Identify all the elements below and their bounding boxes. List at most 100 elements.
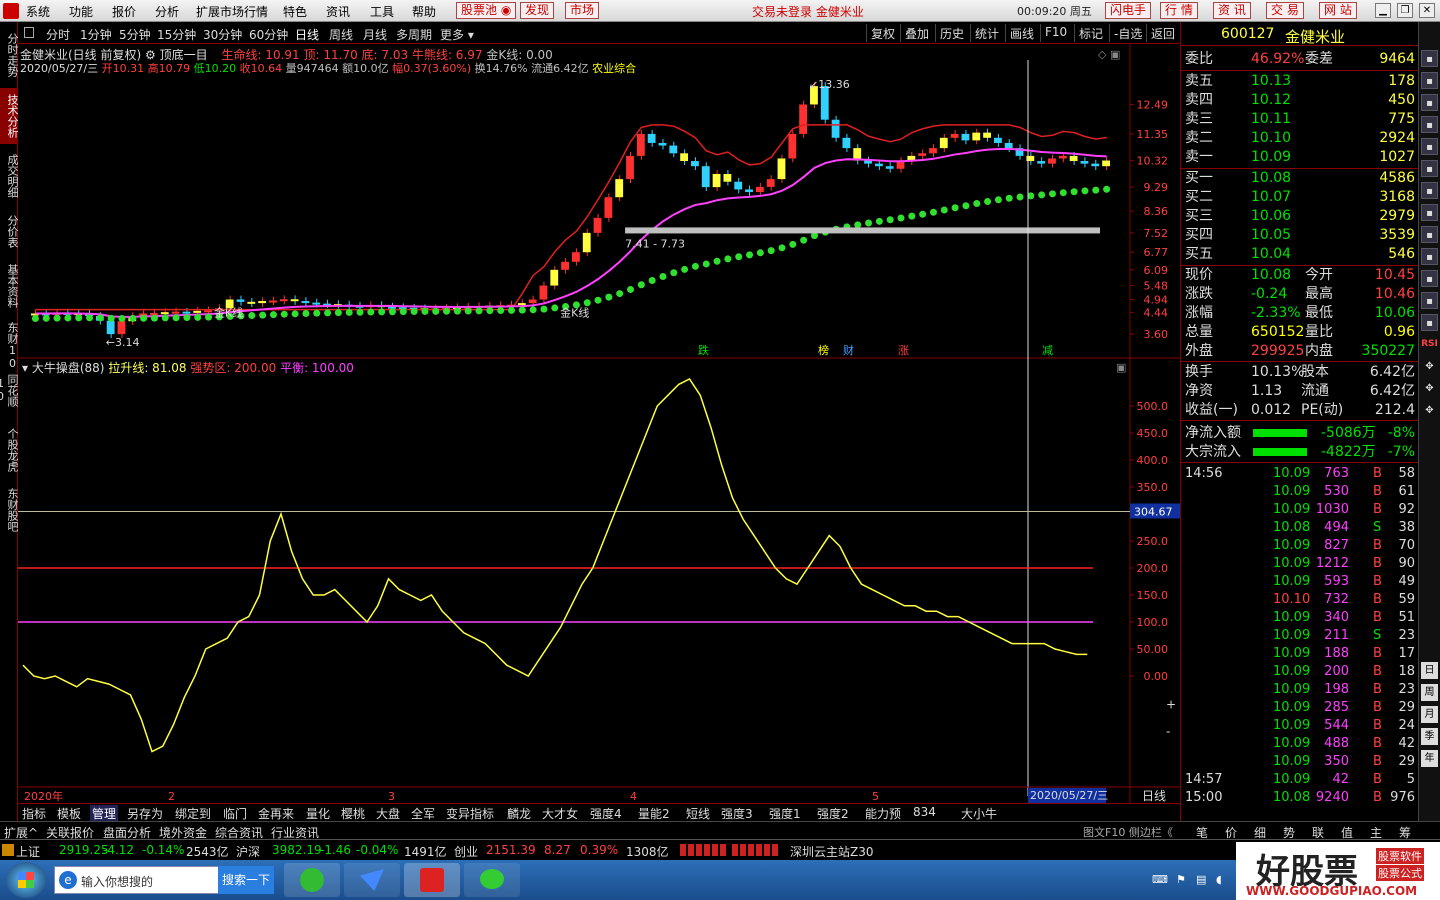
toolbar-adjust[interactable]: 复权 [866,24,899,42]
settings-icon[interactable]: ▪ [1421,292,1438,309]
panel-toggle-icon[interactable] [24,27,34,38]
indicator-tab[interactable]: 大盘 [374,805,402,822]
indicator-tab[interactable]: 大才女 [540,805,580,822]
tab-tonghuashun10[interactable]: 同花顺10 [0,362,19,418]
toolbar-stats[interactable]: 统计 [970,24,1003,42]
chart-icon[interactable]: ▪ [1421,94,1438,111]
menu-function[interactable]: 功能 [69,3,93,20]
chart-area[interactable]: 12.4911.3510.329.298.367.526.776.095.484… [18,44,1180,804]
indicator-tab[interactable]: 量能2 [636,805,672,822]
indicator-tab[interactable]: 绑定到 [173,805,213,822]
square-icon[interactable]: ▣ [1116,361,1126,374]
close-icon[interactable]: ✕ [1419,3,1435,18]
indicator-tab[interactable]: 金再来 [256,805,296,822]
taskbar-app-stock-icon[interactable] [404,863,460,897]
period-60min[interactable]: 60分钟 [249,26,288,43]
indicator-tab[interactable]: 强度2 [815,805,851,822]
bell-icon[interactable]: ▪ [1421,204,1438,221]
quick-website-button[interactable]: 网 站 [1319,2,1357,19]
indicator-tab[interactable]: 大小牛 [959,805,999,822]
indicator-tab[interactable]: 量化 [304,805,332,822]
quick-quote-button[interactable]: 行 情 [1160,2,1198,19]
fund-icon[interactable]: ▪ [1421,270,1438,287]
news-icon[interactable]: ▪ [1421,160,1438,177]
quick-flash-button[interactable]: 闪电手 [1105,2,1152,19]
menu-news[interactable]: 资讯 [326,3,350,20]
diamond-icon[interactable]: ✥ [1421,402,1438,419]
indicator-tab[interactable]: 指标 [20,805,48,822]
indicator-tab[interactable]: 樱桃 [339,805,367,822]
cycle-icon[interactable]: 日 [1421,662,1438,679]
indicator-tab[interactable]: 短线 [684,805,712,822]
discover-button[interactable]: 发现 [520,2,555,19]
rsi-icon[interactable]: RSI [1421,336,1438,353]
list-icon[interactable]: ▪ [1421,50,1438,67]
menu-extended-market[interactable]: 扩展市场行情 [196,3,268,20]
compare-icon[interactable]: ▪ [1421,116,1438,133]
market-button[interactable]: 市场 [565,2,600,19]
indicator-tab[interactable]: 另存为 [125,805,165,822]
toolbar-history[interactable]: 历史 [935,24,968,42]
indicator-tab[interactable]: 模板 [55,805,83,822]
indicator-tab[interactable]: 强度3 [719,805,755,822]
quick-news-button[interactable]: 资 讯 [1213,2,1251,19]
period-monthly[interactable]: 月线 [363,26,387,43]
clock-icon[interactable]: ▪ [1421,138,1438,155]
indicator-tab[interactable]: 麟龙 [505,805,533,822]
taskbar-app-bird-icon[interactable] [344,863,400,897]
f10-sidebar-toggle[interactable]: 图文F10 侧边栏《 [1083,824,1173,840]
period-30min[interactable]: 30分钟 [203,26,242,43]
toolbar-overlay[interactable]: 叠加 [900,24,933,42]
menu-features[interactable]: 特色 [283,3,307,20]
tab-fundamentals[interactable]: 基本资料 [0,258,19,314]
toolbar-watchlist[interactable]: -自选 [1109,24,1146,42]
tray-network-icon[interactable]: ▤ [1196,873,1206,886]
tray-volume-icon[interactable]: ◖ [1216,873,1222,886]
taskbar-app-360-icon[interactable] [284,863,340,897]
toolbar-f10[interactable]: F10 [1040,24,1071,42]
menu-tools[interactable]: 工具 [370,3,394,20]
indicator-tab[interactable]: 强度1 [767,805,803,822]
note-icon[interactable]: ▪ [1421,248,1438,265]
move-icon[interactable]: ✥ [1421,358,1438,375]
tab-intraday[interactable]: 分时走势 [0,26,19,84]
menu-quote[interactable]: 报价 [112,3,136,20]
indicator-tab[interactable]: 管理 [90,805,119,822]
sub-indicator-name[interactable]: 大牛操盘(88) [32,361,105,375]
indicator-tab[interactable]: 能力预 [863,805,903,822]
diamond-icon[interactable]: ◇ [1098,48,1106,61]
indicator-tab[interactable]: 834 [911,805,938,819]
info-icon[interactable]: ✥ [1421,380,1438,397]
period-15min[interactable]: 15分钟 [157,26,196,43]
tab-trade-detail[interactable]: 成交明细 [0,148,19,204]
search-box[interactable]: e 输入你想搜的 [54,866,220,894]
collapse-icon[interactable]: ▾ [22,361,28,375]
calc-icon[interactable]: ▪ [1421,226,1438,243]
indicator-tab[interactable]: 全军 [409,805,437,822]
taskbar-app-wechat-icon[interactable] [464,863,520,897]
menu-help[interactable]: 帮助 [412,3,436,20]
arrow-icon[interactable]: ▪ [1421,314,1438,331]
indicator-tab[interactable]: 临门 [221,805,249,822]
restore-icon[interactable]: ❐ [1397,3,1413,18]
period-daily[interactable]: 日线 [295,26,319,43]
search-input[interactable]: 输入你想搜的 [81,873,153,890]
tab-guba[interactable]: 东财股吧 [0,482,19,538]
cycle-icon[interactable]: 周 [1421,684,1438,701]
start-button[interactable] [6,862,46,898]
period-multi[interactable]: 多周期 [396,26,432,43]
square-icon[interactable]: ▣ [1110,48,1120,61]
minimize-icon[interactable]: ▁ [1375,3,1391,18]
search-button[interactable]: 搜索一下 [218,866,274,894]
star-icon[interactable]: ▪ [1421,182,1438,199]
indicator-tab[interactable]: 变异指标 [444,805,496,822]
toolbar-back[interactable]: 返回 [1146,24,1179,42]
cycle-icon[interactable]: 年 [1421,750,1438,767]
cycle-icon[interactable]: 月 [1421,706,1438,723]
toolbar-draw[interactable]: 画线 [1005,24,1038,42]
period-intraday[interactable]: 分时 [46,26,70,43]
grid-icon[interactable]: ▪ [1421,72,1438,89]
period-more[interactable]: 更多 ▾ [440,26,474,43]
toolbar-mark[interactable]: 标记 [1074,24,1107,42]
tray-keyboard-icon[interactable]: ⌨ [1152,873,1168,886]
